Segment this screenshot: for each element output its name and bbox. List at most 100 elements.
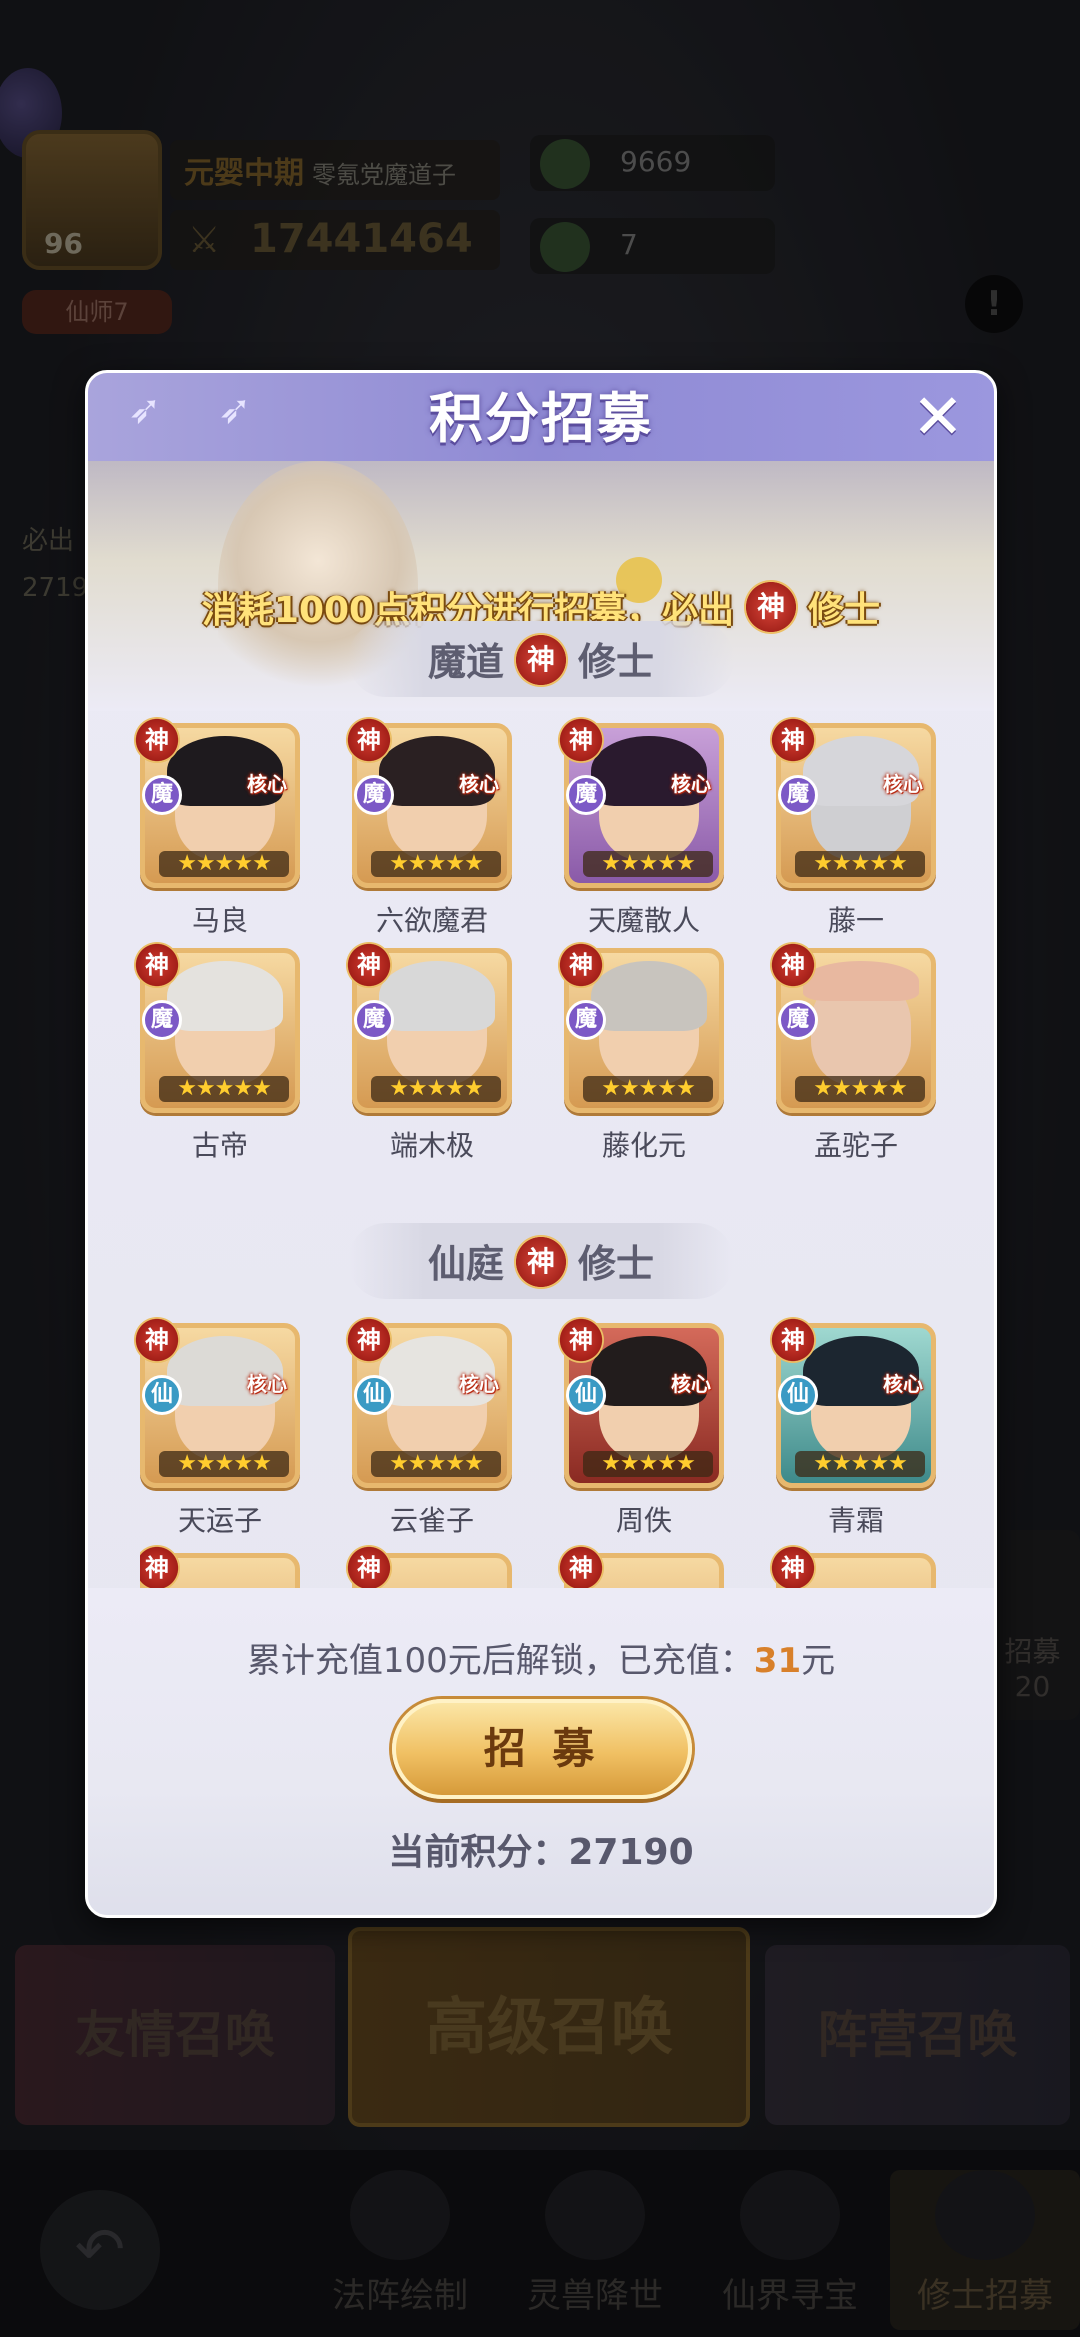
section-left: 仙庭 [427, 1242, 504, 1286]
demon-faction-icon: 魔 [778, 775, 818, 815]
star-rating: ★★★★★ [371, 1451, 501, 1477]
points-recruit-dialog: ➶ ➶ 积分招募 ✕ 消耗1000点积分进行招募，必出神修士 魔道神修士 ★★★… [85, 370, 997, 1918]
god-tier-icon: 神 [770, 1317, 816, 1363]
god-tier-icon: 神 [514, 1234, 568, 1289]
section-title-immortal: 仙庭神修士 [88, 1223, 994, 1299]
hero-card[interactable]: ★★★★★ 核心 神 魔 马良 [134, 717, 300, 943]
demon-faction-icon: 魔 [566, 1000, 606, 1040]
immortal-faction-icon: 仙 [354, 1375, 394, 1415]
god-tier-icon: 神 [514, 632, 568, 687]
demon-faction-icon: 魔 [142, 1000, 182, 1040]
god-tier-icon: 神 [770, 717, 816, 763]
core-label: 核心 [453, 1358, 499, 1398]
core-label: 核心 [877, 1358, 923, 1398]
hero-hair [167, 961, 283, 1031]
god-tier-icon: 神 [558, 717, 604, 763]
dialog-header: ➶ ➶ 积分招募 ✕ [88, 373, 994, 461]
unlock-text-before: 累计充值100元后解锁，已充值： [246, 1641, 754, 1681]
unlock-unit: 元 [801, 1641, 836, 1681]
star-rating: ★★★★★ [371, 851, 501, 877]
hero-name: 马良 [191, 904, 248, 937]
hero-card[interactable]: 神 [140, 1543, 300, 1593]
core-label: 核心 [877, 758, 923, 798]
immortal-faction-icon: 仙 [566, 1375, 606, 1415]
hero-name: 六欲魔君 [375, 904, 488, 937]
hero-grid-scroll-row[interactable]: 神 神 神 神 [140, 1543, 960, 1593]
god-tier-icon: 神 [558, 1317, 604, 1363]
core-label: 核心 [665, 1358, 711, 1398]
god-tier-icon: 神 [346, 1545, 392, 1591]
section-plate: 仙庭神修士 [347, 1223, 735, 1299]
hero-name: 云雀子 [389, 1504, 474, 1537]
unlock-requirement: 累计充值100元后解锁，已充值：31元 [88, 1633, 994, 1682]
section-title-demon: 魔道神修士 [88, 621, 994, 697]
hero-card[interactable]: ★★★★★ 核心 神 魔 六欲魔君 [346, 717, 512, 943]
core-label: 核心 [665, 758, 711, 798]
hero-name: 端木极 [389, 1129, 474, 1162]
hero-card[interactable]: ★★★★★ 核心 神 仙 天运子 [134, 1317, 300, 1543]
god-tier-icon: 神 [346, 942, 392, 988]
hero-card[interactable]: ★★★★★ 神 魔 古帝 [134, 942, 300, 1168]
hero-hair [379, 961, 495, 1031]
star-rating: ★★★★★ [583, 851, 713, 877]
god-tier-icon: 神 [134, 717, 180, 763]
hero-card[interactable]: ★★★★★ 神 魔 孟驼子 [770, 942, 936, 1168]
core-label: 核心 [241, 1358, 287, 1398]
star-rating: ★★★★★ [371, 1076, 501, 1102]
hero-name: 青霜 [827, 1504, 884, 1537]
star-rating: ★★★★★ [795, 851, 925, 877]
dialog-title: 积分招募 [429, 387, 653, 450]
star-rating: ★★★★★ [159, 1076, 289, 1102]
hero-card[interactable]: ★★★★★ 核心 神 仙 青霜 [770, 1317, 936, 1543]
hero-card[interactable]: ★★★★★ 核心 神 仙 周佚 [558, 1317, 724, 1543]
hero-card[interactable]: 神 [346, 1543, 512, 1593]
star-rating: ★★★★★ [159, 851, 289, 877]
hero-name: 藤化元 [601, 1129, 686, 1162]
close-icon[interactable]: ✕ [908, 386, 968, 448]
hero-card[interactable]: ★★★★★ 神 魔 藤化元 [558, 942, 724, 1168]
demon-faction-icon: 魔 [354, 1000, 394, 1040]
section-left: 魔道 [427, 640, 504, 684]
god-tier-icon: 神 [346, 1317, 392, 1363]
god-tier-icon: 神 [558, 1545, 604, 1591]
points-label: 当前积分： [388, 1832, 569, 1873]
god-tier-icon: 神 [134, 942, 180, 988]
hero-name: 孟驼子 [813, 1129, 898, 1162]
core-label: 核心 [453, 758, 499, 798]
god-tier-icon: 神 [558, 942, 604, 988]
current-points: 当前积分：27190 [88, 1823, 994, 1875]
hero-name: 古帝 [191, 1129, 248, 1162]
demon-faction-icon: 魔 [142, 775, 182, 815]
star-rating: ★★★★★ [583, 1451, 713, 1477]
paid-amount: 31 [753, 1641, 802, 1681]
star-rating: ★★★★★ [795, 1451, 925, 1477]
god-tier-icon: 神 [770, 942, 816, 988]
hero-card[interactable]: ★★★★★ 核心 神 仙 云雀子 [346, 1317, 512, 1543]
god-tier-icon: 神 [346, 717, 392, 763]
hero-name: 天魔散人 [587, 904, 700, 937]
core-label: 核心 [241, 758, 287, 798]
god-tier-icon: 神 [134, 1317, 180, 1363]
hero-hair [591, 961, 707, 1031]
hero-card[interactable]: 神 [770, 1543, 936, 1593]
hero-name: 周佚 [615, 1504, 672, 1537]
hero-card[interactable]: ★★★★★ 核心 神 魔 藤一 [770, 717, 936, 943]
star-rating: ★★★★★ [583, 1076, 713, 1102]
section-right: 修士 [578, 640, 655, 684]
hero-card[interactable]: ★★★★★ 核心 神 魔 天魔散人 [558, 717, 724, 943]
immortal-faction-icon: 仙 [778, 1375, 818, 1415]
star-rating: ★★★★★ [795, 1076, 925, 1102]
immortal-faction-icon: 仙 [142, 1375, 182, 1415]
god-tier-icon: 神 [770, 1545, 816, 1591]
hero-name: 藤一 [827, 904, 884, 937]
hero-hair [803, 961, 919, 1001]
section-plate: 魔道神修士 [347, 621, 735, 697]
demon-faction-icon: 魔 [566, 775, 606, 815]
hero-name: 天运子 [177, 1504, 262, 1537]
demon-faction-icon: 魔 [354, 775, 394, 815]
recruit-button[interactable]: 招 募 [392, 1699, 692, 1799]
section-right: 修士 [578, 1242, 655, 1286]
hero-card[interactable]: ★★★★★ 神 魔 端木极 [346, 942, 512, 1168]
points-value: 27190 [568, 1832, 694, 1873]
hero-card[interactable]: 神 [558, 1543, 724, 1593]
